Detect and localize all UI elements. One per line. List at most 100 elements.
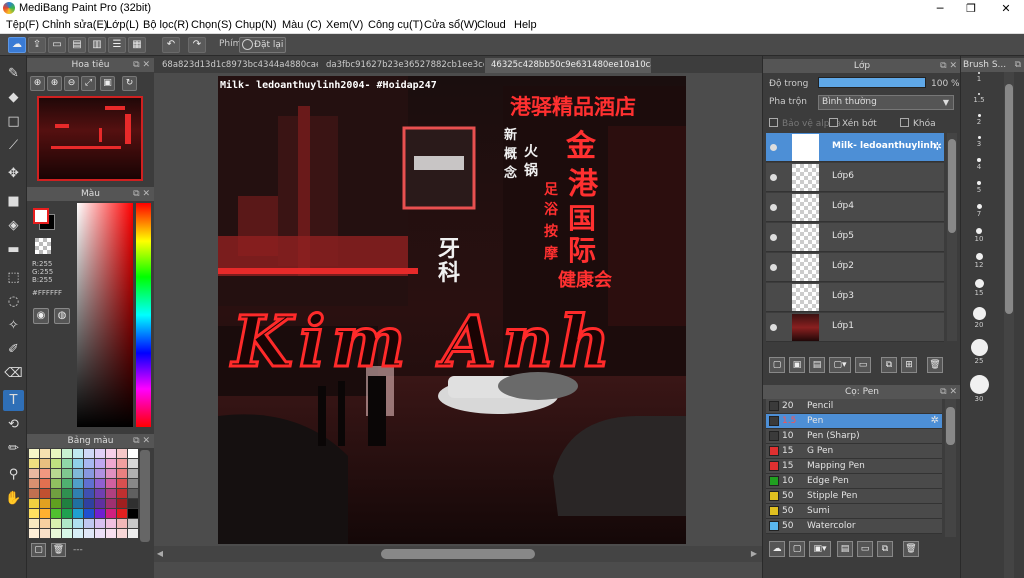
palette-swatch[interactable] (128, 489, 138, 498)
brush-properties-icon[interactable]: ▤ (837, 541, 853, 557)
saturation-value-field[interactable] (77, 203, 133, 427)
operation-tool-icon[interactable]: ⟲ (3, 414, 24, 435)
palette-swatch[interactable] (95, 479, 105, 488)
palette-swatch[interactable] (62, 479, 72, 488)
panel-popout-icon[interactable]: ⧉ ✕ (940, 385, 957, 399)
zoom-in-alt-icon[interactable]: ⊕ (47, 76, 62, 91)
layer-row[interactable]: Lớp3 (766, 283, 944, 312)
brush-size-option[interactable]: 25 (964, 339, 994, 365)
undo-icon[interactable]: ↶ (162, 37, 180, 53)
palette-swatch[interactable] (62, 519, 72, 528)
visibility-eye-icon[interactable] (770, 144, 777, 151)
palette-swatch[interactable] (29, 449, 39, 458)
palette-swatch[interactable] (128, 519, 138, 528)
palette-swatch[interactable] (51, 469, 61, 478)
brush-row[interactable]: 50 Sumi (766, 504, 942, 519)
palette-swatch[interactable] (128, 529, 138, 538)
merge-layer-icon[interactable]: ⊞ (901, 357, 917, 373)
palette-swatch[interactable] (40, 479, 50, 488)
palette-swatch[interactable] (95, 489, 105, 498)
palette-swatch[interactable] (29, 459, 39, 468)
eraser-tool-icon[interactable]: ◆ (3, 87, 24, 108)
move-tool-icon[interactable]: ✥ (3, 163, 24, 184)
palette-swatch[interactable] (117, 469, 127, 478)
visibility-eye-icon[interactable] (770, 264, 777, 271)
palette-swatch[interactable] (117, 509, 127, 518)
cloud-brush-icon[interactable]: ☁ (769, 541, 785, 557)
palette-swatch[interactable] (128, 479, 138, 488)
brush-row[interactable]: 15 Mapping Pen (766, 459, 942, 474)
visibility-eye-icon[interactable] (770, 234, 777, 241)
palette-swatch[interactable] (62, 449, 72, 458)
palette-swatch[interactable] (95, 529, 105, 538)
palette-swatch[interactable] (73, 519, 83, 528)
brush-size-option[interactable]: 7 (964, 204, 994, 218)
delete-swatch-icon[interactable]: 🗑 (51, 543, 66, 557)
palette-swatch[interactable] (40, 499, 50, 508)
duplicate-layer-icon[interactable]: ⧉ (881, 357, 897, 373)
share-icon[interactable]: ⇪ (28, 37, 46, 53)
palette-swatch[interactable] (62, 529, 72, 538)
redo-icon[interactable]: ↷ (188, 37, 206, 53)
palette-swatch[interactable] (29, 519, 39, 528)
brush-size-option[interactable]: 15 (964, 279, 994, 297)
scroll-right-icon[interactable]: ▶ (748, 546, 760, 562)
tab-document-1[interactable]: 68a823d13d1c8973bc4344a4880cae7d.jpg (156, 58, 318, 73)
palette-swatch[interactable] (95, 469, 105, 478)
menu-tools[interactable]: Công cụ(T) (368, 19, 423, 31)
brush-size-option[interactable]: 20 (964, 307, 994, 329)
fit-icon[interactable]: ⤢ (81, 76, 96, 91)
menu-help[interactable]: Help (514, 19, 537, 31)
palette-swatch[interactable] (106, 459, 116, 468)
palette-swatch[interactable] (128, 459, 138, 468)
new-8bit-layer-icon[interactable]: ▤ (809, 357, 825, 373)
palette-swatch[interactable] (29, 479, 39, 488)
lock-checkbox[interactable]: Khóa (900, 118, 936, 129)
menu-file[interactable]: Tệp(F) (6, 19, 39, 31)
document-icon[interactable]: ▥ (88, 37, 106, 53)
palette-swatch[interactable] (73, 449, 83, 458)
palette-swatch[interactable] (40, 529, 50, 538)
new-folder-icon[interactable]: ▭ (855, 357, 871, 373)
palette-swatch[interactable] (84, 509, 94, 518)
zoom-in-icon[interactable]: ⊕ (30, 76, 45, 91)
brush-size-scrollbar[interactable] (1004, 72, 1014, 578)
scroll-left-icon[interactable]: ◀ (154, 546, 166, 562)
palette-swatch[interactable] (40, 449, 50, 458)
palette-swatch[interactable] (40, 469, 50, 478)
scroll-thumb[interactable] (381, 549, 535, 559)
tab-document-2[interactable]: da3fbc91627b23e36527882cb1ee3cee.jpg (320, 58, 484, 73)
palette-swatch[interactable] (117, 529, 127, 538)
palette-swatch[interactable] (117, 459, 127, 468)
brush-row[interactable]: 50 Stipple Pen (766, 489, 942, 504)
brush-size-option[interactable]: 3 (964, 136, 994, 148)
palette-swatch[interactable] (84, 449, 94, 458)
brush-size-scroll-thumb[interactable] (1005, 84, 1013, 314)
palette-swatch[interactable] (117, 449, 127, 458)
artwork-canvas[interactable]: 港驿精品酒店 金 港 国 际 足 浴 按 摩 健康会 牙 科 新 概 念 火 锅… (218, 76, 686, 544)
opacity-slider[interactable] (818, 77, 926, 88)
brush-row[interactable]: 10 Pen (Sharp) (766, 429, 942, 444)
palette-swatch[interactable] (84, 479, 94, 488)
palette-swatch[interactable] (51, 479, 61, 488)
close-button[interactable]: ✕ (989, 0, 1023, 17)
panel-popout-icon[interactable]: ⧉ ✕ (133, 434, 150, 448)
palette-swatch[interactable] (84, 519, 94, 528)
menu-select[interactable]: Chọn(S) (191, 19, 232, 31)
actual-size-icon[interactable]: ▣ (100, 76, 115, 91)
canvas-horizontal-scrollbar[interactable]: ◀ ▶ (154, 546, 762, 562)
palette-swatch[interactable] (84, 529, 94, 538)
brush-scrollbar[interactable] (945, 399, 956, 537)
brush-size-option[interactable]: 5 (964, 181, 994, 194)
line-tool-icon[interactable]: ⟋ (3, 135, 24, 156)
palette-swatch[interactable] (117, 519, 127, 528)
hue-slider[interactable] (136, 203, 151, 427)
palette-swatch[interactable] (106, 469, 116, 478)
palette-swatch[interactable] (40, 509, 50, 518)
menu-filter[interactable]: Bộ lọc(R) (143, 19, 189, 31)
brush-row[interactable]: 1.5 Pen ✲ (766, 414, 942, 429)
panel-popout-icon[interactable]: ⧉ (1015, 58, 1021, 72)
palette-swatch[interactable] (106, 489, 116, 498)
brush-folder-icon[interactable]: ▭ (857, 541, 873, 557)
palette-swatch[interactable] (106, 479, 116, 488)
